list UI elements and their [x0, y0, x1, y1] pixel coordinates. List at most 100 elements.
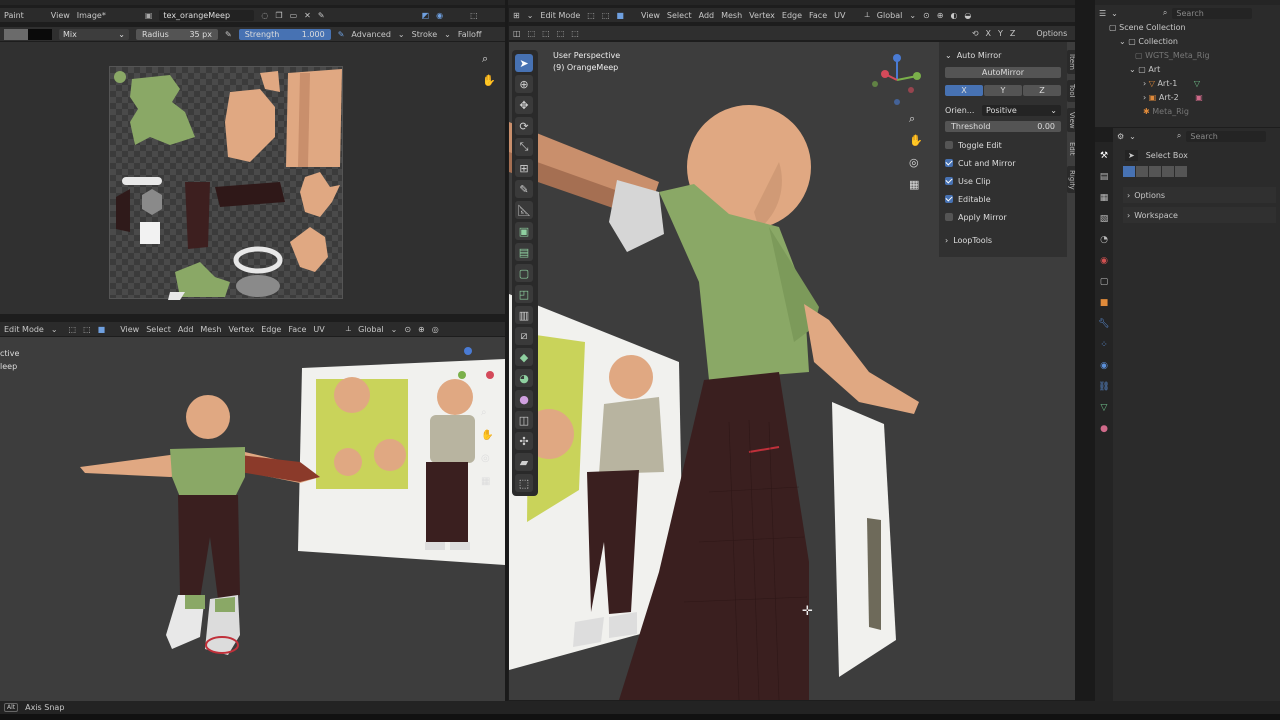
world-properties-icon[interactable]: ◉: [1098, 256, 1110, 268]
cursor-icon[interactable]: ⊕: [515, 75, 533, 93]
axis-z-toggle[interactable]: Z: [1010, 29, 1015, 38]
workspace-section[interactable]: › Workspace: [1123, 207, 1276, 223]
scene-properties-icon[interactable]: ◔: [1098, 235, 1110, 247]
overlay-icon[interactable]: ◉: [436, 11, 443, 20]
checkbox-off[interactable]: [945, 213, 953, 221]
menu-add[interactable]: Add: [178, 325, 194, 334]
axis-y-toggle[interactable]: Y: [998, 29, 1003, 38]
outliner-item-wgts[interactable]: ▢ WGTS_Meta_Rig: [1109, 49, 1280, 63]
modifier-properties-icon[interactable]: 🔧︎: [1098, 319, 1110, 331]
mirror-axis-z[interactable]: Z: [1023, 85, 1061, 96]
viewport-grid-icon[interactable]: ▦: [909, 178, 919, 191]
spin-icon[interactable]: ◕: [515, 369, 533, 387]
pivot-icon[interactable]: ⊙: [923, 11, 930, 20]
menu-mesh[interactable]: Mesh: [721, 11, 742, 20]
gizmo-icon[interactable]: ◩: [422, 11, 430, 20]
transform-orientation-select[interactable]: Global: [877, 11, 903, 20]
inset-icon[interactable]: ▢: [515, 264, 533, 282]
sidebar-tab-rigify[interactable]: Rigify: [1067, 165, 1075, 194]
menu-select[interactable]: Select: [667, 11, 692, 20]
output-properties-icon[interactable]: ▦: [1098, 193, 1110, 205]
view-menu[interactable]: View: [51, 11, 70, 20]
stroke-menu[interactable]: Stroke: [412, 30, 438, 39]
shading-icon[interactable]: ◒: [964, 11, 971, 20]
checkbox-off[interactable]: [945, 141, 953, 149]
select-mode-invert-icon[interactable]: [1162, 166, 1174, 177]
mode-select[interactable]: Edit Mode: [4, 325, 44, 334]
scene-collection-row[interactable]: ▢ Scene Collection: [1109, 21, 1280, 35]
menu-face[interactable]: Face: [809, 11, 827, 20]
outliner-filter-icon[interactable]: ⌕: [1163, 8, 1167, 18]
view-layer-icon[interactable]: ▧: [1098, 214, 1110, 226]
orientation-select[interactable]: Positive ⌄: [982, 104, 1061, 116]
mode-menu[interactable]: Paint: [4, 11, 24, 20]
select-mode-intersect-icon[interactable]: [1175, 166, 1187, 177]
menu-edge[interactable]: Edge: [261, 325, 281, 334]
mirror-icon[interactable]: ⟲: [972, 29, 979, 38]
particles-icon[interactable]: ⁘: [1098, 340, 1110, 352]
annotate-icon[interactable]: ✎: [515, 180, 533, 198]
outliner-editor-icon[interactable]: ☰: [1099, 9, 1106, 18]
image-browse-icon[interactable]: ▣: [145, 11, 153, 20]
menu-uv[interactable]: UV: [834, 11, 845, 20]
threshold-field[interactable]: Threshold 0.00: [945, 121, 1061, 132]
use-clip-checkbox[interactable]: Use Clip: [945, 172, 1061, 190]
shear-icon[interactable]: ▰: [515, 453, 533, 471]
menu-view[interactable]: View: [641, 11, 660, 20]
collection-properties-icon[interactable]: ▢: [1098, 277, 1110, 289]
mode-select[interactable]: Edit Mode: [540, 11, 580, 20]
snap-icon[interactable]: ⊕: [937, 11, 944, 20]
menu-add[interactable]: Add: [699, 11, 715, 20]
transform-orientation-select[interactable]: Global: [358, 325, 384, 334]
blend-mode-select[interactable]: Mix ⌄: [59, 28, 129, 40]
strength-field[interactable]: Strength 1.000: [238, 28, 331, 40]
transform-icon[interactable]: ⊞: [515, 159, 533, 177]
sidebar-tab-view[interactable]: View: [1067, 107, 1075, 133]
bevel-icon[interactable]: ◰: [515, 285, 533, 303]
sidebar-tab-item[interactable]: Item: [1067, 50, 1075, 74]
poly-build-icon[interactable]: ◆: [515, 348, 533, 366]
pressure-strength-icon[interactable]: ✎: [338, 30, 345, 39]
mirror-axis-y[interactable]: Y: [984, 85, 1022, 96]
extrude-icon[interactable]: ▤: [515, 243, 533, 261]
editable-checkbox[interactable]: Editable: [945, 190, 1061, 208]
edge-select-icon[interactable]: ⬚: [83, 325, 91, 334]
left-viewport-grid-icon[interactable]: ▦: [481, 476, 490, 487]
display-icon[interactable]: ⬚: [470, 11, 478, 20]
constraints-icon[interactable]: ⛓︎: [1098, 382, 1110, 394]
apply-mirror-checkbox[interactable]: Apply Mirror: [945, 208, 1061, 226]
tool-toggle-icon-3[interactable]: ⬚: [557, 29, 565, 38]
material-properties-icon[interactable]: ●: [1098, 424, 1110, 436]
shrink-icon[interactable]: ✣: [515, 432, 533, 450]
left-viewport-hand-icon[interactable]: ✋: [481, 430, 493, 441]
edge-select-icon[interactable]: ⬚: [602, 11, 610, 20]
render-properties-icon[interactable]: ▤: [1098, 172, 1110, 184]
automirror-button[interactable]: AutoMirror: [945, 67, 1061, 78]
tool-toggle-icon-2[interactable]: ⬚: [542, 29, 550, 38]
left-viewport-zoom-icon[interactable]: ⌕: [481, 407, 487, 418]
sidebar-tab-tool[interactable]: Tool: [1067, 79, 1075, 102]
menu-face[interactable]: Face: [288, 325, 306, 334]
options-menu[interactable]: Options: [1036, 29, 1067, 38]
menu-uv[interactable]: UV: [313, 325, 324, 334]
object-properties-icon[interactable]: ■: [1098, 298, 1110, 310]
image-menu[interactable]: Image*: [77, 11, 106, 20]
tool-toggle-icon[interactable]: ⬚: [528, 29, 536, 38]
outliner-item-art-2[interactable]: › ▣ Art-2 ▣: [1109, 91, 1280, 105]
loop-cut-icon[interactable]: ▥: [515, 306, 533, 324]
left-3d-viewport[interactable]: ctive leep ⌕ ✋ ◎ ▦: [0, 337, 505, 701]
main-3d-viewport[interactable]: ✛ User Perspective (9) OrangeMeep ➤ ⊕ ✥ …: [509, 42, 1075, 700]
checkbox-on[interactable]: [945, 195, 953, 203]
pivot-icon[interactable]: ⊙: [404, 325, 411, 334]
snap-target-icon[interactable]: ◫: [513, 29, 521, 38]
falloff-menu[interactable]: Falloff: [458, 30, 482, 39]
knife-icon[interactable]: ⧄: [515, 327, 533, 345]
menu-vertex[interactable]: Vertex: [228, 325, 254, 334]
color-swatch-secondary[interactable]: [28, 28, 52, 40]
open-image-icon[interactable]: ▭: [290, 11, 298, 20]
navigation-gizmo[interactable]: [867, 50, 927, 110]
properties-editor-icon[interactable]: ⚙: [1117, 132, 1124, 141]
vertex-select-icon[interactable]: ⬚: [587, 11, 595, 20]
menu-mesh[interactable]: Mesh: [200, 325, 221, 334]
auto-mirror-header[interactable]: ⌄ Auto Mirror: [945, 46, 1061, 64]
